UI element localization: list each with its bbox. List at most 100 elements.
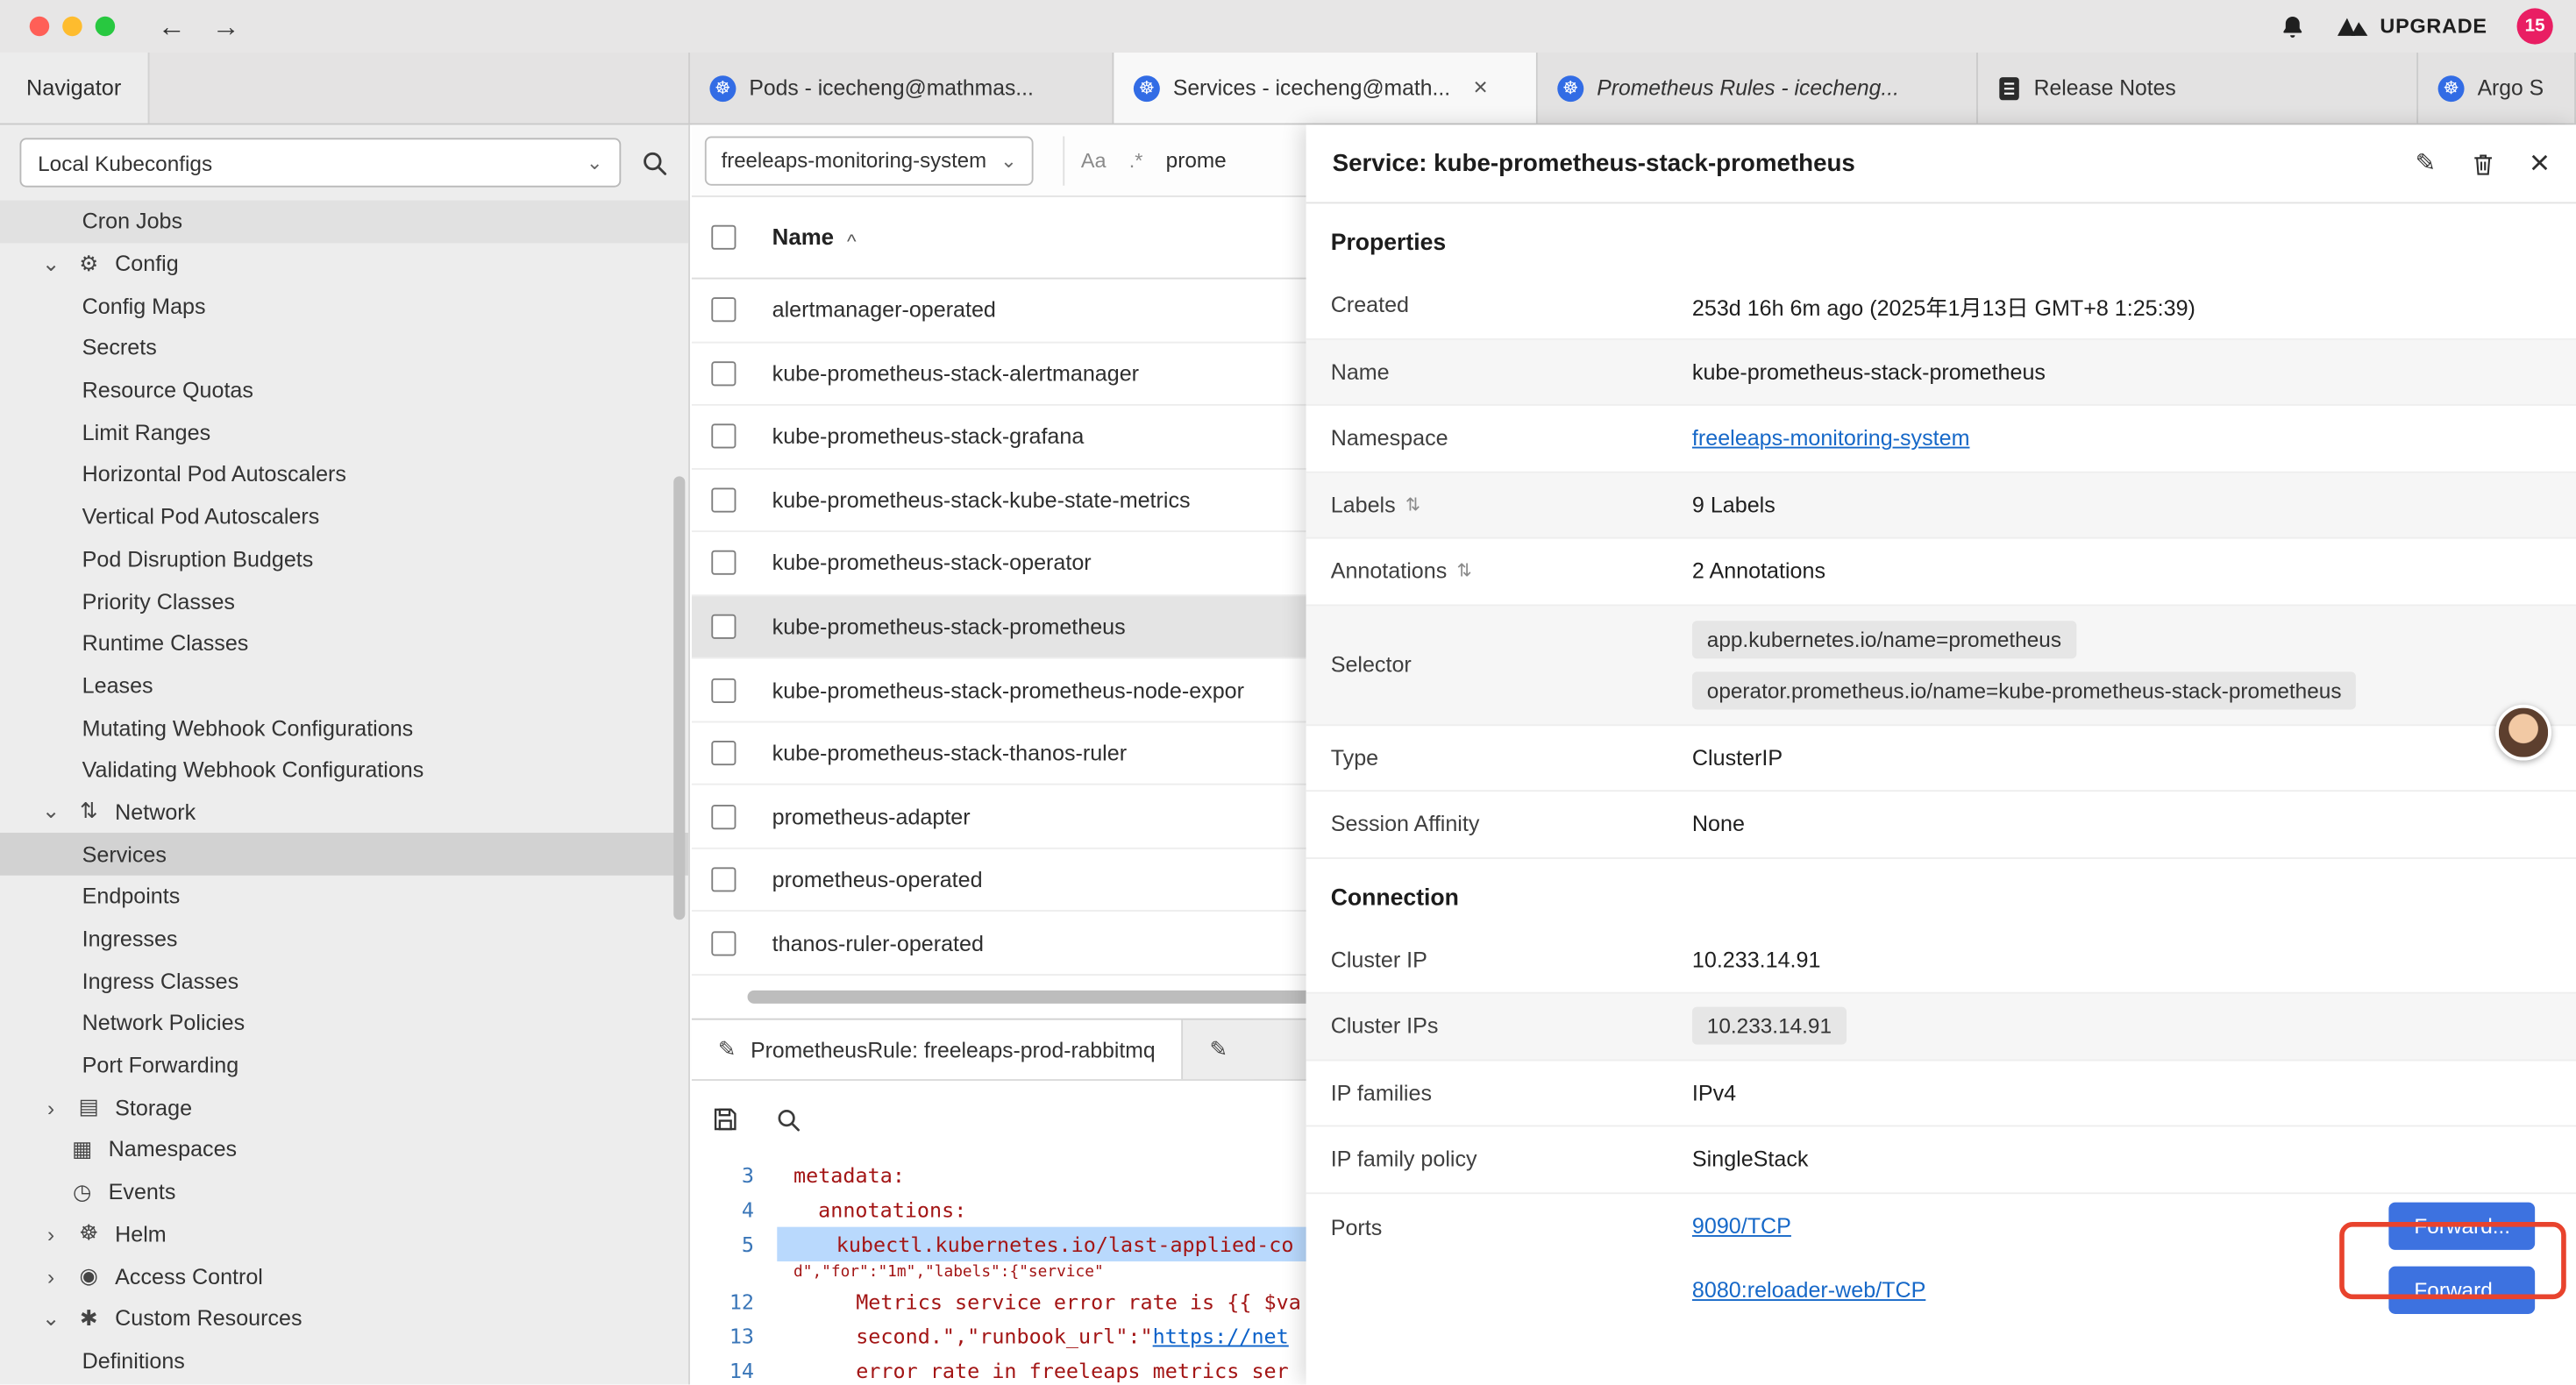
- port-link[interactable]: 9090/TCP: [1692, 1213, 1791, 1238]
- sidebar-item-events[interactable]: ◷Events: [0, 1171, 688, 1213]
- sidebar-item-priority-classes[interactable]: Priority Classes: [0, 580, 688, 622]
- sidebar-group-custom-resources[interactable]: ⌄✱Custom Resources: [0, 1297, 688, 1339]
- dock-tab-prometheusrule[interactable]: ✎ PrometheusRule: freeleaps-prod-rabbitm…: [692, 1020, 1184, 1079]
- detail-row-type: Type ClusterIP: [1306, 725, 2576, 792]
- sidebar-item-vertical-pod-autoscalers[interactable]: Vertical Pod Autoscalers: [0, 496, 688, 538]
- sidebar-item-port-forwarding[interactable]: Port Forwarding: [0, 1044, 688, 1086]
- minimize-window-button[interactable]: [62, 17, 82, 36]
- trash-icon[interactable]: [2471, 150, 2495, 176]
- detail-row-session-affinity: Session Affinity None: [1306, 792, 2576, 858]
- select-all-checkbox[interactable]: [711, 225, 736, 250]
- sidebar-item-network-policies[interactable]: Network Policies: [0, 1002, 688, 1044]
- sidebar-scrollbar[interactable]: [673, 476, 685, 920]
- forward-button[interactable]: Forward...: [2389, 1266, 2535, 1313]
- sidebar-item-validating-webhook-configurations[interactable]: Validating Webhook Configurations: [0, 749, 688, 791]
- navigator-tree: Cron Jobs ⌄⚙Config Config Maps Secrets R…: [0, 201, 688, 1382]
- expand-updown-icon[interactable]: ⇅: [1456, 560, 1471, 581]
- row-checkbox[interactable]: [711, 361, 736, 386]
- sidebar-item-services[interactable]: Services: [0, 834, 688, 876]
- details-header: Service: kube-prometheus-stack-prometheu…: [1306, 124, 2576, 203]
- sidebar-group-config[interactable]: ⌄⚙Config: [0, 243, 688, 285]
- row-checkbox[interactable]: [711, 931, 736, 955]
- line-number: 5: [692, 1227, 777, 1261]
- sidebar-item-limit-ranges[interactable]: Limit Ranges: [0, 411, 688, 453]
- search-icon[interactable]: [641, 149, 669, 177]
- row-value: 10.233.14.91: [1692, 948, 1821, 972]
- row-checkbox[interactable]: [711, 868, 736, 892]
- back-icon[interactable]: ←: [158, 12, 186, 40]
- dock-tab-label: PrometheusRule: freeleaps-prod-rabbitmq: [751, 1037, 1155, 1062]
- title-bar: ← → UPGRADE 15: [0, 0, 2576, 53]
- tab-services[interactable]: ☸ Services - icecheng@math... ×: [1114, 53, 1537, 124]
- row-checkbox[interactable]: [711, 678, 736, 702]
- sidebar-item-namespaces[interactable]: ▦Namespaces: [0, 1128, 688, 1170]
- save-icon[interactable]: [711, 1105, 739, 1133]
- name-column-header[interactable]: Name ^: [772, 225, 857, 250]
- kubeconfig-select[interactable]: Local Kubeconfigs ⌄: [19, 138, 621, 187]
- expand-updown-icon[interactable]: ⇅: [1405, 494, 1420, 515]
- sidebar-group-access-control[interactable]: ›◉Access Control: [0, 1255, 688, 1297]
- upgrade-label: UPGRADE: [2380, 15, 2487, 38]
- sidebar-item-definitions[interactable]: Definitions: [0, 1339, 688, 1381]
- tab-release-notes[interactable]: Release Notes: [1978, 53, 2418, 124]
- forward-icon[interactable]: →: [212, 12, 240, 40]
- regex-icon[interactable]: .*: [1129, 149, 1143, 172]
- sidebar-item-endpoints[interactable]: Endpoints: [0, 876, 688, 918]
- line-number: 3: [692, 1158, 777, 1192]
- edit-pencil-icon[interactable]: ✎: [2416, 151, 2437, 175]
- dock-tab-partial[interactable]: ✎: [1183, 1020, 1253, 1079]
- notification-badge[interactable]: 15: [2517, 8, 2553, 44]
- sidebar-group-storage[interactable]: ›▤Storage: [0, 1086, 688, 1128]
- row-checkbox[interactable]: [711, 551, 736, 576]
- search-input[interactable]: Aa .* prome: [1063, 136, 1242, 185]
- navigator-title: Navigator: [0, 53, 149, 124]
- editor-search-icon[interactable]: [775, 1106, 801, 1133]
- avatar[interactable]: [2495, 705, 2551, 761]
- sidebar-item-secrets[interactable]: Secrets: [0, 327, 688, 369]
- detail-row-ip-families: IP families IPv4: [1306, 1060, 2576, 1126]
- row-checkbox[interactable]: [711, 614, 736, 639]
- search-value: prome: [1166, 148, 1227, 173]
- port-link[interactable]: 8080:reloader-web/TCP: [1692, 1277, 1925, 1302]
- sidebar-group-network[interactable]: ⌄⇅Network: [0, 791, 688, 833]
- close-tab-icon[interactable]: ×: [1473, 74, 1487, 102]
- tabs-strip: ☸ Pods - icecheng@mathmas... ☸ Services …: [690, 53, 2576, 124]
- row-label: Labels: [1331, 493, 1396, 517]
- service-name: prometheus-adapter: [772, 804, 971, 828]
- sidebar-item-horizontal-pod-autoscalers[interactable]: Horizontal Pod Autoscalers: [0, 453, 688, 495]
- row-checkbox[interactable]: [711, 424, 736, 449]
- sidebar-item-mutating-webhook-configurations[interactable]: Mutating Webhook Configurations: [0, 707, 688, 749]
- bell-icon[interactable]: [2278, 12, 2306, 40]
- row-checkbox[interactable]: [711, 804, 736, 828]
- item-label: Definitions: [82, 1348, 185, 1373]
- match-case-icon[interactable]: Aa: [1081, 149, 1107, 172]
- namespace-select[interactable]: freeleaps-monitoring-system ⌄: [705, 136, 1034, 185]
- kubernetes-icon: ☸: [2438, 75, 2465, 101]
- sidebar-item-leases[interactable]: Leases: [0, 664, 688, 707]
- tab-prometheus-rules[interactable]: ☸ Prometheus Rules - icecheng...: [1538, 53, 1978, 124]
- sidebar-item-ingresses[interactable]: Ingresses: [0, 918, 688, 960]
- row-checkbox[interactable]: [711, 741, 736, 765]
- sidebar-item-cron-jobs[interactable]: Cron Jobs: [0, 201, 688, 243]
- item-label: Validating Webhook Configurations: [82, 757, 424, 782]
- sidebar-item-runtime-classes[interactable]: Runtime Classes: [0, 622, 688, 664]
- sidebar-item-resource-quotas[interactable]: Resource Quotas: [0, 369, 688, 411]
- sidebar-item-config-maps[interactable]: Config Maps: [0, 285, 688, 327]
- row-checkbox[interactable]: [711, 298, 736, 323]
- upgrade-button[interactable]: UPGRADE: [2336, 15, 2487, 38]
- namespace-link[interactable]: freeleaps-monitoring-system: [1692, 426, 1970, 451]
- close-icon[interactable]: ×: [2530, 146, 2550, 181]
- tab-pods[interactable]: ☸ Pods - icecheng@mathmas...: [690, 53, 1114, 124]
- sidebar-item-ingress-classes[interactable]: Ingress Classes: [0, 960, 688, 1002]
- forward-button[interactable]: Forward...: [2389, 1202, 2535, 1249]
- close-window-button[interactable]: [30, 17, 49, 36]
- gear-icon: ⚙: [74, 251, 103, 277]
- sidebar-item-pod-disruption-budgets[interactable]: Pod Disruption Budgets: [0, 538, 688, 580]
- tab-argo[interactable]: ☸ Argo S: [2418, 53, 2576, 124]
- pencil-icon: ✎: [718, 1036, 736, 1062]
- row-value: None: [1692, 812, 1745, 836]
- port-entry: 8080:reloader-web/TCP Forward...: [1692, 1257, 2576, 1321]
- row-checkbox[interactable]: [711, 487, 736, 512]
- sidebar-group-helm[interactable]: ›☸Helm: [0, 1213, 688, 1255]
- zoom-window-button[interactable]: [96, 17, 115, 36]
